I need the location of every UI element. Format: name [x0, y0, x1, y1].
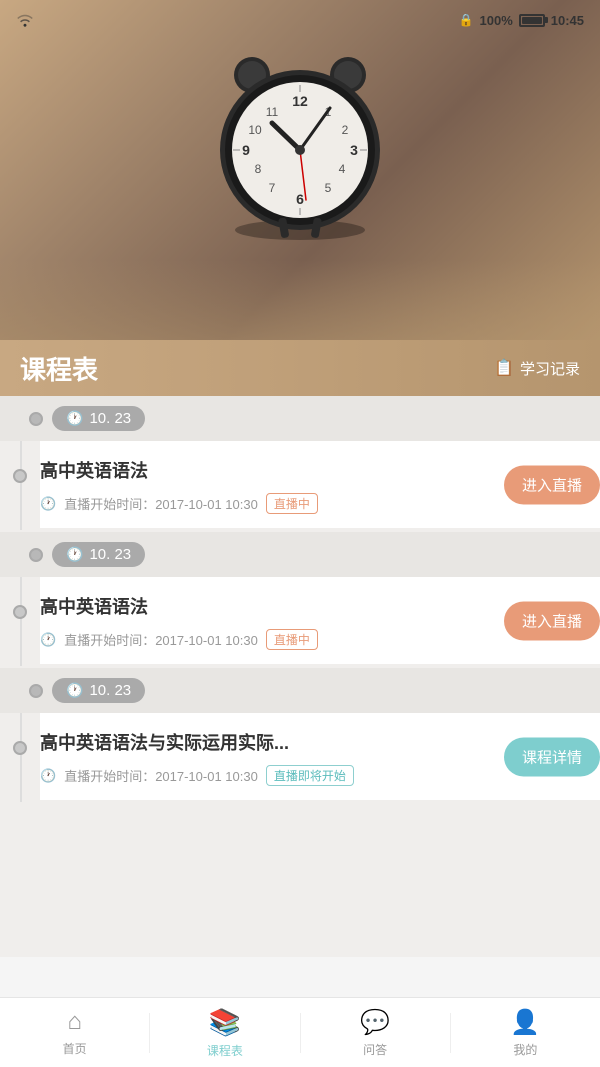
course-row-2: 高中英语语法 🕐 直播开始时间：2017-10-01 10:30 直播中 进入直…	[0, 577, 600, 666]
section-2: 🕐 10. 23 高中英语语法 🕐 直播开始时间：2017-10-01 10:3…	[0, 532, 600, 666]
date-text-2: 10. 23	[89, 546, 131, 563]
date-text-3: 10. 23	[89, 682, 131, 699]
timeline-dot-2	[13, 605, 27, 619]
status-bar: 🔒 100% 10:45	[0, 0, 600, 40]
date-header-3: 🕐 10. 23	[0, 668, 600, 713]
date-badge-1: 🕐 10. 23	[52, 406, 145, 431]
live-soon-badge-3: 直播即将开始	[266, 765, 354, 786]
svg-text:12: 12	[292, 93, 308, 109]
wifi-icon	[16, 13, 34, 27]
clock-icon-2: 🕐	[66, 546, 83, 563]
clock-icon-3: 🕐	[66, 682, 83, 699]
timeline-dot-1	[13, 469, 27, 483]
study-record-link[interactable]: 📋 学习记录	[494, 358, 580, 379]
course-name-3: 高中英语语法与实际运用实际...	[40, 729, 474, 755]
course-row-1: 高中英语语法 🕐 直播开始时间：2017-10-01 10:30 直播中 进入直…	[0, 441, 600, 530]
course-time-3: 直播开始时间：2017-10-01 10:30	[64, 766, 258, 785]
section-3: 🕐 10. 23 高中英语语法与实际运用实际... 🕐 直播开始时间：2017-…	[0, 668, 600, 802]
vline-1	[0, 441, 40, 530]
time-display: 10:45	[551, 13, 584, 28]
vline-2	[0, 577, 40, 666]
live-badge-1: 直播中	[266, 493, 318, 514]
course-detail-btn-3[interactable]: 课程详情	[504, 737, 600, 776]
nav-qa-label: 问答	[363, 1041, 387, 1058]
date-badge-3: 🕐 10. 23	[52, 678, 145, 703]
nav-schedule-label: 课程表	[207, 1042, 243, 1059]
svg-text:10: 10	[248, 123, 262, 137]
live-badge-2: 直播中	[266, 629, 318, 650]
enter-live-btn-1[interactable]: 进入直播	[504, 465, 600, 504]
lock-icon: 🔒	[459, 13, 474, 27]
clock-icon-1: 🕐	[66, 410, 83, 427]
course-time-row-2: 🕐 直播开始时间：2017-10-01 10:30 直播中	[40, 629, 464, 650]
course-time-1: 直播开始时间：2017-10-01 10:30	[64, 494, 258, 513]
qa-icon: 💬	[360, 1008, 390, 1037]
notebook-icon: 📋	[494, 358, 514, 378]
svg-text:2: 2	[342, 123, 349, 137]
date-header-1: 🕐 10. 23	[0, 396, 600, 441]
nav-schedule[interactable]: 📚 课程表	[150, 999, 299, 1067]
battery-percent: 100%	[480, 13, 513, 28]
content-area: 🕐 10. 23 高中英语语法 🕐 直播开始时间：2017-10-01 10:3…	[0, 396, 600, 957]
nav-home[interactable]: ⌂ 首页	[0, 1000, 149, 1065]
section-1: 🕐 10. 23 高中英语语法 🕐 直播开始时间：2017-10-01 10:3…	[0, 396, 600, 530]
date-badge-2: 🕐 10. 23	[52, 542, 145, 567]
course-card-1: 高中英语语法 🕐 直播开始时间：2017-10-01 10:30 直播中 进入直…	[40, 441, 600, 528]
nav-mine-label: 我的	[513, 1041, 537, 1058]
date-text-1: 10. 23	[89, 410, 131, 427]
svg-text:6: 6	[296, 191, 304, 207]
course-time-2: 直播开始时间：2017-10-01 10:30	[64, 630, 258, 649]
svg-text:11: 11	[266, 105, 279, 119]
course-name-1: 高中英语语法	[40, 457, 464, 483]
schedule-icon: 📚	[209, 1007, 241, 1038]
study-record-label: 学习记录	[520, 358, 580, 379]
card-area-1: 高中英语语法 🕐 直播开始时间：2017-10-01 10:30 直播中 进入直…	[40, 441, 600, 530]
svg-text:9: 9	[242, 142, 250, 158]
bottom-nav: ⌂ 首页 📚 课程表 💬 问答 👤 我的	[0, 997, 600, 1067]
timeline-dot-3	[13, 741, 27, 755]
title-bar: 课程表 📋 学习记录	[0, 340, 600, 396]
card-area-3: 高中英语语法与实际运用实际... 🕐 直播开始时间：2017-10-01 10:…	[40, 713, 600, 802]
hero-image: 12 6 9 3 11 1 10 2 8 4 7 5	[0, 0, 600, 340]
course-row-3: 高中英语语法与实际运用实际... 🕐 直播开始时间：2017-10-01 10:…	[0, 713, 600, 802]
clock-image: 12 6 9 3 11 1 10 2 8 4 7 5	[200, 30, 400, 250]
svg-text:8: 8	[255, 162, 262, 176]
status-right: 🔒 100% 10:45	[459, 13, 584, 28]
course-time-row-1: 🕐 直播开始时间：2017-10-01 10:30 直播中	[40, 493, 464, 514]
mine-icon: 👤	[510, 1008, 540, 1037]
course-time-row-3: 🕐 直播开始时间：2017-10-01 10:30 直播即将开始	[40, 765, 474, 786]
hero-overlay	[0, 260, 600, 340]
course-card-3: 高中英语语法与实际运用实际... 🕐 直播开始时间：2017-10-01 10:…	[40, 713, 600, 800]
svg-text:5: 5	[325, 181, 332, 195]
nav-mine[interactable]: 👤 我的	[451, 1000, 600, 1066]
date-header-2: 🕐 10. 23	[0, 532, 600, 577]
svg-text:4: 4	[339, 162, 346, 176]
vline-3	[0, 713, 40, 802]
card-area-2: 高中英语语法 🕐 直播开始时间：2017-10-01 10:30 直播中 进入直…	[40, 577, 600, 666]
enter-live-btn-2[interactable]: 进入直播	[504, 601, 600, 640]
course-card-2: 高中英语语法 🕐 直播开始时间：2017-10-01 10:30 直播中 进入直…	[40, 577, 600, 664]
svg-text:3: 3	[350, 142, 358, 158]
svg-text:7: 7	[269, 181, 276, 195]
home-icon: ⌂	[67, 1008, 82, 1036]
clock-tiny-2: 🕐	[40, 632, 56, 648]
page-title: 课程表	[20, 350, 98, 387]
nav-home-label: 首页	[63, 1040, 87, 1057]
nav-qa[interactable]: 💬 问答	[301, 1000, 450, 1066]
course-name-2: 高中英语语法	[40, 593, 464, 619]
status-left	[16, 13, 34, 27]
battery-icon	[519, 14, 545, 27]
clock-tiny-1: 🕐	[40, 496, 56, 512]
clock-tiny-3: 🕐	[40, 768, 56, 784]
